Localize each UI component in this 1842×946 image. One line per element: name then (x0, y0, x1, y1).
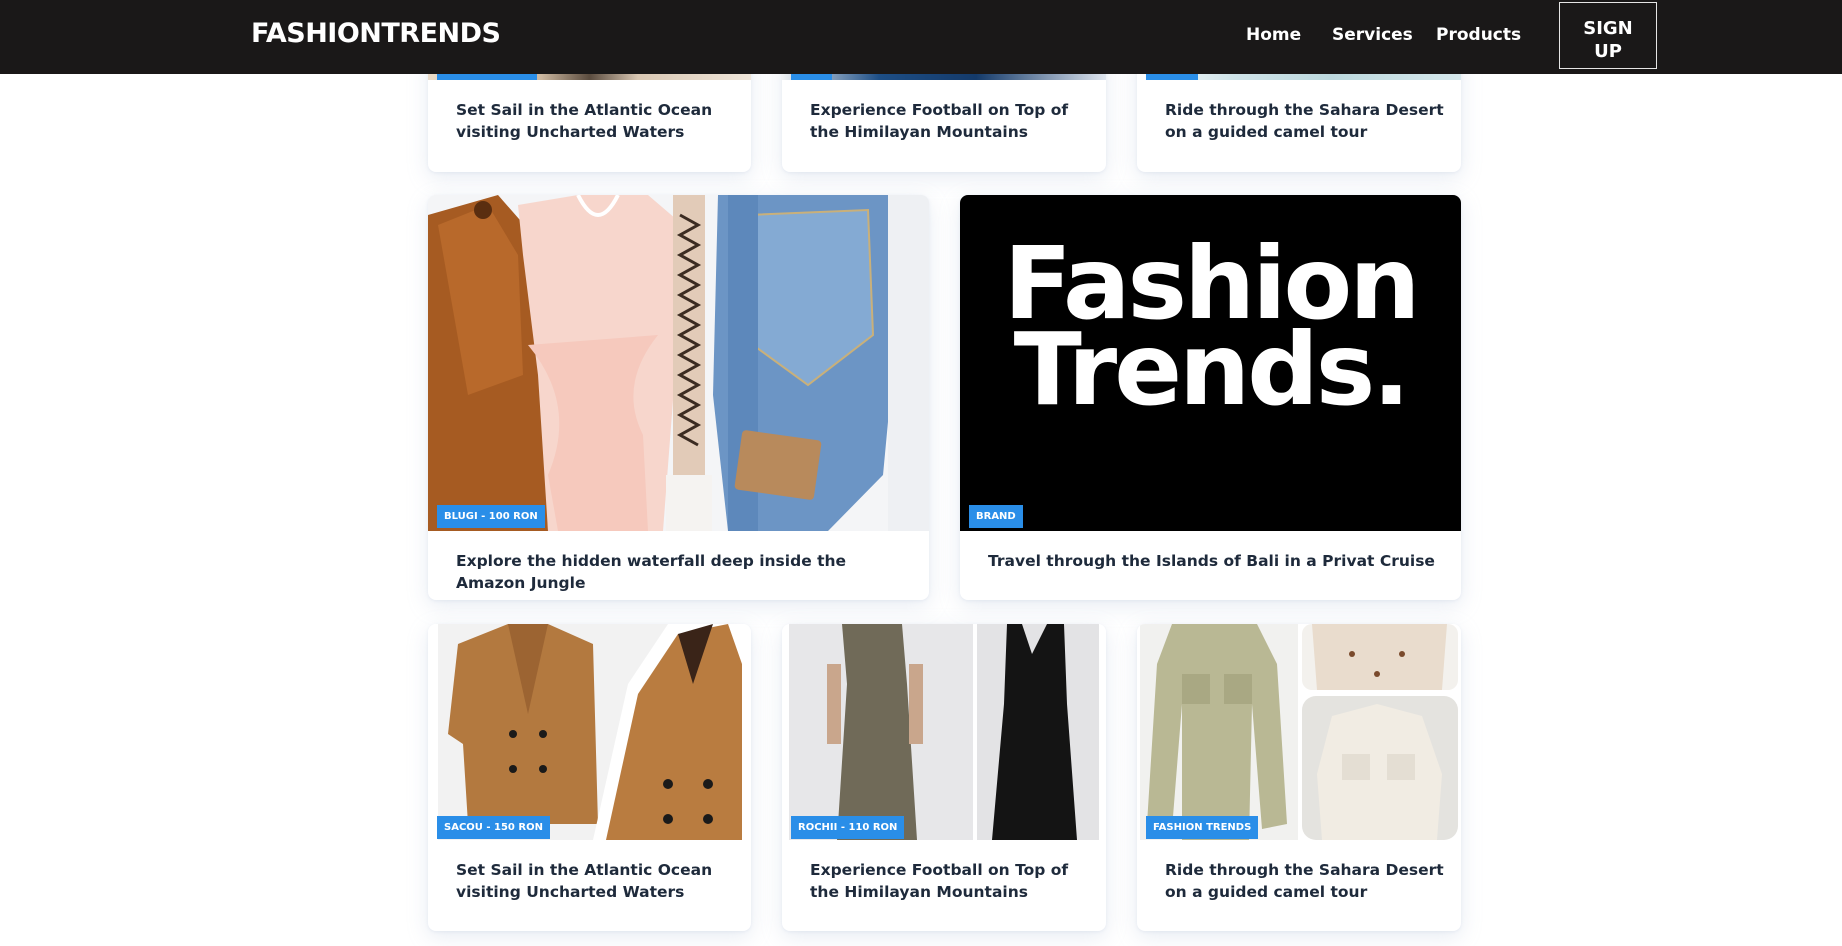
tag-strip (1146, 74, 1198, 80)
card-title: Explore the hidden waterfall deep inside… (456, 552, 847, 592)
price-tag: ROCHII - 110 RON (791, 816, 905, 839)
dress-image (782, 624, 1106, 840)
card-title: Experience Football on Top of the Himila… (810, 861, 1069, 901)
top-navbar: FASHIONTRENDS Home Services Products SIG… (0, 0, 1842, 74)
tag-strip (437, 74, 537, 80)
tag-strip (791, 74, 832, 80)
card-bottom-1[interactable]: SACOU - 150 RON Set Sail in the Atlantic… (428, 624, 751, 931)
card-title: Ride through the Sahara Desert on a guid… (1165, 861, 1444, 901)
signup-label: SIGN UP (1583, 18, 1633, 62)
fashion-trends-image: Fashion Trends. (960, 195, 1461, 531)
brand-tag: BRAND (969, 505, 1023, 528)
nav-products-link[interactable]: Products (1436, 25, 1521, 45)
card-featured-1[interactable]: BLUGI - 100 RON Explore the hidden water… (428, 195, 929, 600)
blazer-image (428, 624, 751, 840)
card-featured-2[interactable]: Fashion Trends. BRAND Travel through the… (960, 195, 1461, 600)
price-tag: BLUGI - 100 RON (437, 505, 545, 528)
nav-home-link[interactable]: Home (1246, 25, 1301, 45)
card-title: Ride through the Sahara Desert on a guid… (1165, 101, 1444, 141)
brand-logo[interactable]: FASHIONTRENDS (251, 18, 501, 49)
nav-services-link[interactable]: Services (1332, 25, 1413, 45)
fashion-logo-text: Fashion Trends. (1003, 225, 1421, 428)
category-tag: FASHION TRENDS (1146, 816, 1259, 839)
card-bottom-2[interactable]: ROCHII - 110 RON Experience Football on … (782, 624, 1106, 931)
card-title: Set Sail in the Atlantic Ocean visiting … (456, 861, 713, 901)
shirt-dress-image (1137, 624, 1461, 840)
signup-button[interactable]: SIGN UP (1559, 2, 1657, 69)
card-bottom-3[interactable]: FASHION TRENDS Ride through the Sahara D… (1137, 624, 1461, 931)
clothes-rack-image (428, 195, 929, 531)
price-tag: SACOU - 150 RON (437, 816, 550, 839)
card-title: Experience Football on Top of the Himila… (810, 101, 1069, 141)
card-title: Travel through the Islands of Bali in a … (988, 552, 1435, 570)
card-title: Set Sail in the Atlantic Ocean visiting … (456, 101, 713, 141)
